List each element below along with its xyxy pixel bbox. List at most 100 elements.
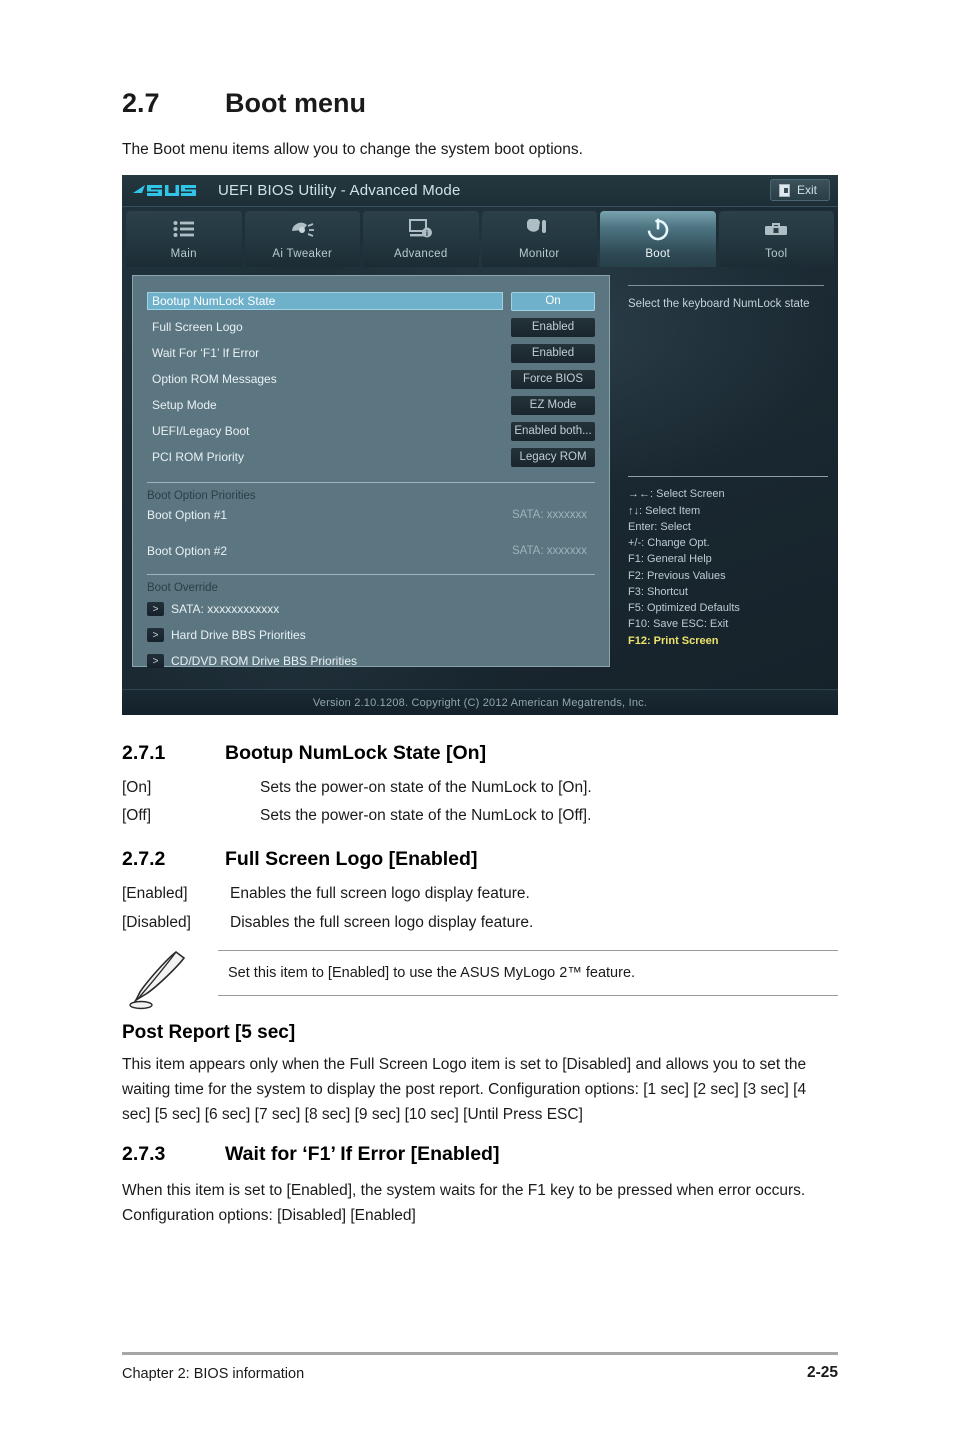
footer-chapter: Chapter 2: BIOS information [122, 1366, 305, 1382]
section-number: 2.7 [122, 88, 160, 118]
bios-version-bar: Version 2.10.1208. Copyright (C) 2012 Am… [122, 689, 838, 715]
manual-page: 2.7 Boot menu The Boot menu items allow … [0, 0, 954, 1438]
boot-option-row-2[interactable]: Boot Option #2 SATA: xxxxxxx [147, 540, 595, 562]
boot-override-heading: Boot Override [147, 582, 218, 594]
note-text: Set this item to [Enabled] to use the AS… [228, 965, 636, 981]
option-description: Disables the full screen logo display fe… [230, 914, 534, 931]
asus-logo-icon [133, 185, 196, 196]
key-legend: →←: Select Screen ↑↓: Select Item Enter:… [628, 476, 828, 649]
section-intro: The Boot menu items allow you to change … [122, 141, 583, 158]
option-key: [Off] [122, 807, 152, 824]
boot-override-label: CD/DVD ROM Drive BBS Priorities [171, 654, 358, 668]
key-legend-item: →←: Select Screen [628, 488, 725, 501]
pencil-note-icon [129, 950, 186, 1010]
boot-override-label: Hard Drive BBS Priorities [171, 628, 306, 642]
subsection-title-273: Wait for ‘F1’ If Error [Enabled] [225, 1143, 500, 1165]
boot-override-label: SATA: xxxxxxxxxxxx [171, 602, 280, 616]
setting-label: UEFI/Legacy Boot [152, 424, 250, 438]
tab-label: Advanced [393, 248, 448, 260]
footer-page-number: 2-25 [806, 1364, 838, 1381]
setting-value[interactable]: Legacy ROM [511, 447, 595, 467]
tab-label: Ai Tweaker [272, 248, 333, 260]
tab-label: Main [170, 248, 197, 260]
boot-override-item-cddvd-bbs[interactable]: > CD/DVD ROM Drive BBS Priorities [147, 648, 595, 674]
setting-row-bootup-numlock-state[interactable]: Bootup NumLock State On [147, 288, 595, 314]
tab-label: Boot [645, 248, 671, 260]
key-legend-item: ↑↓: Select Item [628, 504, 701, 517]
key-legend-item: +/-: Change Opt. [628, 537, 710, 550]
subsection-title-271: Bootup NumLock State [On] [225, 742, 487, 764]
boot-override-item-hard-drive-bbs[interactable]: > Hard Drive BBS Priorities [147, 622, 595, 648]
bios-screenshot: UEFI BIOS Utility - Advanced Mode Exit M… [122, 175, 838, 715]
option-description: Sets the power-on state of the NumLock t… [260, 807, 592, 824]
setting-row-full-screen-logo[interactable]: Full Screen Logo Enabled [147, 314, 595, 340]
subsection-number-273: 2.7.3 [122, 1143, 166, 1165]
divider [628, 476, 828, 478]
subsection-paragraph-273: When this item is set to [Enabled], the … [122, 1182, 806, 1225]
setting-row-wait-for-f1-if-error[interactable]: Wait For ‘F1’ If Error Enabled [147, 340, 595, 366]
setting-row-option-rom-messages[interactable]: Option ROM Messages Force BIOS [147, 366, 595, 392]
exit-label: Exit [796, 183, 817, 197]
divider [218, 995, 838, 996]
bios-tab-bar: Main Ai Tweaker i Advanced Monitor Boot … [122, 207, 838, 267]
tab-advanced[interactable]: i Advanced [363, 211, 479, 267]
option-key: [On] [122, 779, 152, 796]
tab-label: Tool [765, 248, 788, 260]
option-description: Enables the full screen logo display fea… [230, 885, 530, 902]
exit-door-icon [778, 183, 790, 197]
setting-label: Wait For ‘F1’ If Error [152, 346, 260, 360]
chevron-right-icon: > [147, 628, 164, 642]
setting-label: Setup Mode [152, 398, 217, 412]
subsection-number-271: 2.7.1 [122, 742, 166, 764]
setting-value[interactable]: EZ Mode [511, 395, 595, 415]
tab-ai-tweaker[interactable]: Ai Tweaker [244, 211, 360, 267]
exit-button[interactable]: Exit [769, 179, 830, 201]
settings-pane: Bootup NumLock State On Full Screen Logo… [132, 275, 610, 668]
tab-monitor[interactable]: Monitor [481, 211, 597, 267]
setting-label: Option ROM Messages [152, 372, 277, 386]
key-legend-item: F3: Shortcut [628, 585, 688, 598]
toolbox-icon [764, 216, 788, 242]
bios-title-bar: UEFI BIOS Utility - Advanced Mode Exit [122, 175, 838, 207]
subsection-title-272: Full Screen Logo [Enabled] [225, 848, 478, 870]
post-report-paragraph: This item appears only when the Full Scr… [122, 1056, 807, 1124]
boot-override-item-sata[interactable]: > SATA: xxxxxxxxxxxx [147, 596, 595, 622]
footer-divider [122, 1352, 838, 1355]
key-legend-item: F10: Save ESC: Exit [628, 618, 729, 631]
page-title: Boot menu [225, 88, 366, 118]
setting-value[interactable]: Enabled [511, 317, 595, 337]
setting-row-setup-mode[interactable]: Setup Mode EZ Mode [147, 392, 595, 418]
help-pane: Select the keyboard NumLock state →←: Se… [620, 275, 832, 667]
chevron-right-icon: > [147, 602, 164, 616]
divider [147, 482, 595, 483]
key-legend-item: F2: Previous Values [628, 569, 726, 582]
boot-priorities-heading: Boot Option Priorities [147, 490, 256, 502]
divider [628, 285, 824, 286]
setting-value[interactable]: Force BIOS [511, 369, 595, 389]
boot-option-name: Boot Option #1 [147, 508, 228, 522]
tab-boot[interactable]: Boot [600, 211, 716, 267]
boot-option-value: SATA: xxxxxxx [512, 509, 587, 521]
setting-value[interactable]: Enabled [511, 343, 595, 363]
option-key: [Disabled] [122, 914, 191, 931]
boot-option-row-1[interactable]: Boot Option #1 SATA: xxxxxxx [147, 504, 595, 526]
setting-value[interactable]: On [511, 291, 595, 311]
tab-main[interactable]: Main [126, 211, 242, 267]
tab-tool[interactable]: Tool [718, 211, 834, 267]
thermometer-icon [527, 216, 551, 242]
note-box: Set this item to [Enabled] to use the AS… [218, 950, 838, 996]
setting-label: PCI ROM Priority [152, 450, 245, 464]
bios-body: Bootup NumLock State On Full Screen Logo… [122, 267, 838, 673]
boot-option-value: SATA: xxxxxxx [512, 545, 587, 557]
key-legend-item-print-screen: F12: Print Screen [628, 634, 719, 647]
tab-label: Monitor [519, 248, 560, 260]
setting-row-uefi-legacy-boot[interactable]: UEFI/Legacy Boot Enabled both... [147, 418, 595, 444]
bios-version-text: Version 2.10.1208. Copyright (C) 2012 Am… [312, 696, 648, 709]
setting-value[interactable]: Enabled both... [511, 421, 595, 441]
key-legend-item: F1: General Help [628, 553, 712, 566]
option-key: [Enabled] [122, 885, 188, 902]
gauge-icon [289, 216, 315, 242]
divider [147, 574, 595, 575]
svg-text:i: i [426, 229, 428, 238]
setting-row-pci-rom-priority[interactable]: PCI ROM Priority Legacy ROM [147, 444, 595, 470]
